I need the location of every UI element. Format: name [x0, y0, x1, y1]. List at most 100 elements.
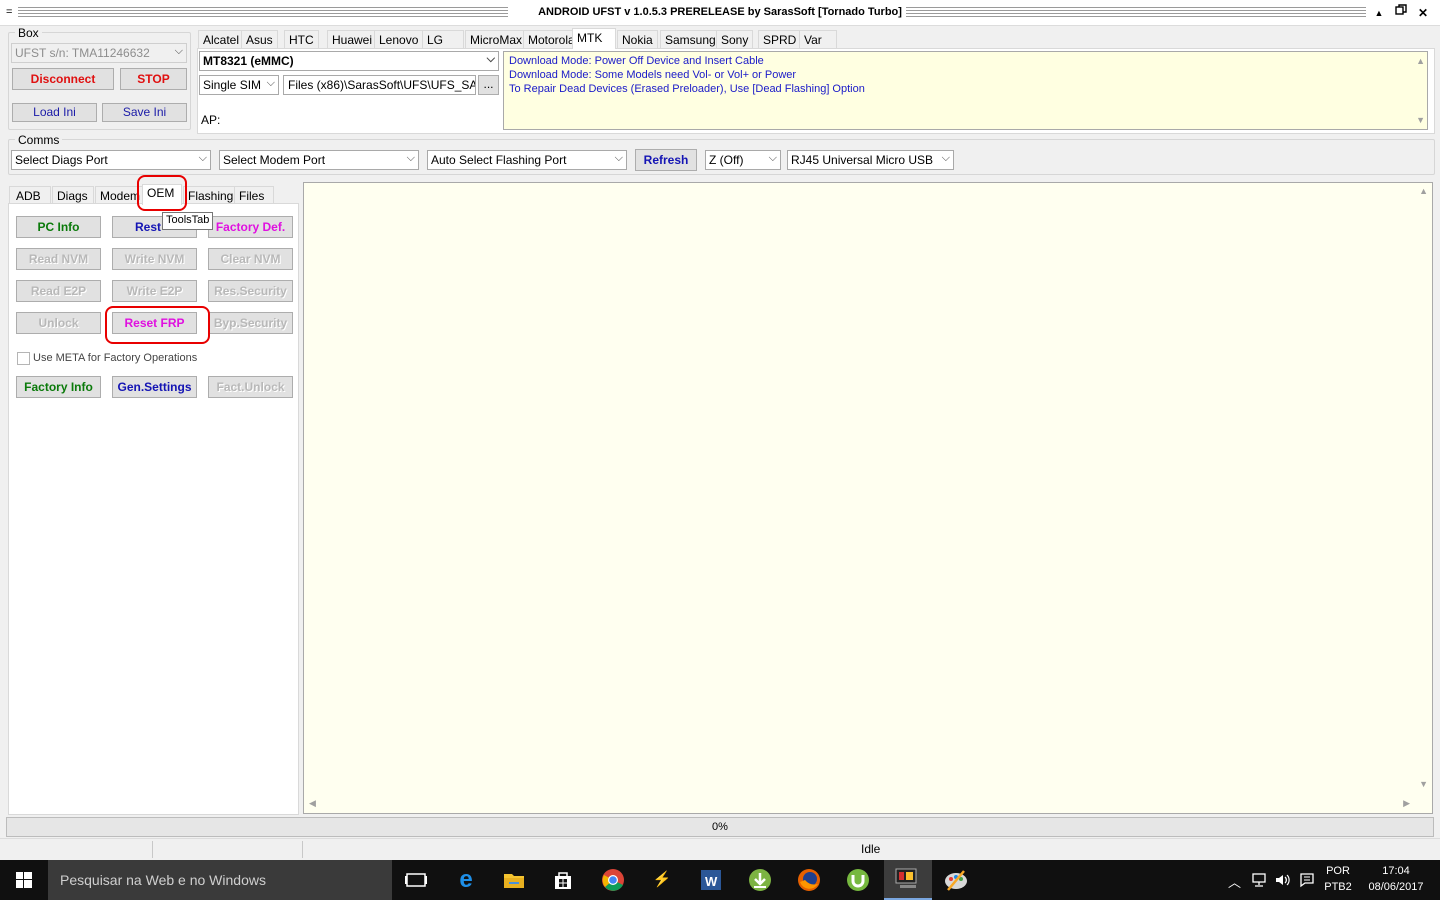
tab-asus[interactable]: Asus [241, 30, 278, 48]
tab-var[interactable]: Var [799, 30, 837, 48]
clock-time[interactable]: 17:04 [1364, 865, 1428, 877]
clear-nvm-button[interactable]: Clear NVM [208, 248, 293, 270]
minimize-icon[interactable]: ▲ [1370, 4, 1388, 22]
factory-def-button[interactable]: Factory Def. [208, 216, 293, 238]
tab-sony[interactable]: Sony [716, 30, 754, 48]
tray-expand-icon[interactable]: ︿ [1228, 872, 1241, 891]
tab-nokia[interactable]: Nokia [617, 30, 658, 48]
title-bar: = ANDROID UFST v 1.0.5.3 PRERELEASE by S… [0, 0, 1440, 26]
tab-micromax[interactable]: MicroMax [465, 30, 528, 48]
load-ini-button[interactable]: Load Ini [12, 103, 97, 122]
chevron-down-icon: ⌵ [614, 152, 623, 164]
box-serial-select[interactable]: UFST s/n: TMA11246632 ⌵ [11, 43, 187, 63]
scroll-left-icon[interactable]: ◀ [309, 798, 316, 809]
read-e2p-button[interactable]: Read E2P [16, 280, 101, 302]
factory-info-button[interactable]: Factory Info [16, 376, 101, 398]
res-security-button[interactable]: Res.Security [208, 280, 293, 302]
tab-flashing[interactable]: Flashing [183, 186, 239, 204]
write-e2p-button[interactable]: Write E2P [112, 280, 197, 302]
z-mode-value: Z (Off) [709, 153, 744, 167]
browse-button[interactable]: ... [478, 75, 499, 95]
info-line: Download Mode: Power Off Device and Inse… [509, 55, 764, 67]
chevron-down-icon: ⌵ [768, 152, 777, 164]
tab-files[interactable]: Files [234, 186, 274, 204]
lightning-app-icon[interactable]: ⚡ [648, 866, 676, 894]
tab-alcatel[interactable]: Alcatel [198, 30, 245, 48]
status-separator [152, 841, 153, 858]
restore-icon[interactable] [1392, 4, 1410, 22]
use-meta-label: Use META for Factory Operations [33, 352, 198, 364]
pc-info-button[interactable]: PC Info [16, 216, 101, 238]
box-group-label: Box [15, 26, 42, 40]
disconnect-button[interactable]: Disconnect [12, 68, 114, 90]
comms-group-label: Comms [15, 133, 63, 147]
unlock-button[interactable]: Unlock [16, 312, 101, 334]
clock-date[interactable]: 08/06/2017 [1364, 881, 1428, 893]
tab-mtk[interactable]: MTK [572, 28, 616, 49]
status-bar: Idle [0, 838, 1440, 859]
word-icon[interactable]: W [697, 866, 725, 894]
taskbar: Pesquisar na Web e no Windows e ⚡ W ︿ PO… [0, 860, 1440, 900]
chevron-down-icon: ⌵ [266, 77, 275, 89]
tab-oem[interactable]: OEM [142, 184, 182, 205]
sim-select-value: Single SIM [203, 78, 262, 92]
box-serial-value: UFST s/n: TMA11246632 [15, 46, 150, 60]
chevron-down-icon: ⌵ [406, 152, 415, 164]
sim-select[interactable]: Single SIM ⌵ [199, 75, 279, 95]
flash-port-select[interactable]: Auto Select Flashing Port ⌵ [427, 150, 627, 170]
file-explorer-icon[interactable] [500, 866, 528, 894]
stop-button[interactable]: STOP [120, 68, 187, 90]
notifications-icon[interactable] [1299, 872, 1315, 891]
refresh-button[interactable]: Refresh [635, 149, 697, 171]
scroll-down-icon[interactable]: ▼ [1419, 779, 1428, 789]
reset-frp-button[interactable]: Reset FRP [112, 312, 197, 334]
byp-security-button[interactable]: Byp.Security [208, 312, 293, 334]
progress-bar: 0% [6, 817, 1434, 837]
read-nvm-button[interactable]: Read NVM [16, 248, 101, 270]
z-mode-select[interactable]: Z (Off) ⌵ [705, 150, 781, 170]
tab-adb[interactable]: ADB [9, 186, 51, 204]
ufst-taskbar-item[interactable] [884, 860, 932, 900]
tab-diags[interactable]: Diags [52, 186, 94, 204]
scroll-up-icon[interactable]: ▲ [1419, 186, 1428, 196]
tab-huawei[interactable]: Huawei [327, 30, 378, 48]
chevron-down-icon: ⌵ [198, 152, 207, 164]
utorrent-icon[interactable] [844, 866, 872, 894]
chrome-icon[interactable] [599, 866, 627, 894]
scroll-down-icon[interactable]: ▼ [1416, 113, 1425, 127]
file-path-input[interactable]: Files (x86)\SarasSoft\UFS\UFS_SAMs [283, 75, 476, 95]
taskbar-search-input[interactable]: Pesquisar na Web e no Windows [48, 860, 392, 900]
tab-sprd[interactable]: SPRD [758, 30, 802, 48]
info-line: Download Mode: Some Models need Vol- or … [509, 69, 797, 81]
modem-port-select[interactable]: Select Modem Port ⌵ [219, 150, 419, 170]
status-text: Idle [861, 842, 881, 856]
scroll-up-icon[interactable]: ▲ [1416, 54, 1425, 68]
scroll-right-icon[interactable]: ▶ [1403, 798, 1410, 809]
tab-lenovo[interactable]: Lenovo [374, 30, 424, 48]
paint-icon[interactable] [942, 866, 970, 894]
download-manager-icon[interactable] [746, 866, 774, 894]
keyboard-layout[interactable]: PTB2 [1322, 881, 1354, 893]
tab-lg[interactable]: LG [422, 30, 464, 48]
use-meta-checkbox[interactable] [17, 352, 30, 365]
network-icon[interactable] [1250, 872, 1268, 891]
edge-icon[interactable]: e [452, 866, 480, 894]
firefox-icon[interactable] [795, 866, 823, 894]
volume-icon[interactable] [1274, 872, 1292, 891]
cable-select[interactable]: RJ45 Universal Micro USB ⌵ [787, 150, 954, 170]
gen-settings-button[interactable]: Gen.Settings [112, 376, 197, 398]
windows-start-icon[interactable] [0, 860, 48, 900]
language-code[interactable]: POR [1322, 865, 1354, 877]
log-area[interactable]: ▲ ▼ ◀ ▶ [303, 182, 1433, 814]
fact-unlock-button[interactable]: Fact.Unlock [208, 376, 293, 398]
diag-port-select[interactable]: Select Diags Port ⌵ [11, 150, 211, 170]
save-ini-button[interactable]: Save Ini [102, 103, 187, 122]
store-icon[interactable] [549, 866, 577, 894]
close-icon[interactable]: ✕ [1414, 4, 1432, 22]
tab-samsung[interactable]: Samsung [660, 30, 721, 48]
tab-htc[interactable]: HTC [284, 30, 319, 48]
write-nvm-button[interactable]: Write NVM [112, 248, 197, 270]
chip-select[interactable]: MT8321 (eMMC) ⌵ [199, 51, 499, 71]
tab-modem[interactable]: Modem [95, 186, 146, 204]
task-view-icon[interactable] [402, 866, 430, 894]
